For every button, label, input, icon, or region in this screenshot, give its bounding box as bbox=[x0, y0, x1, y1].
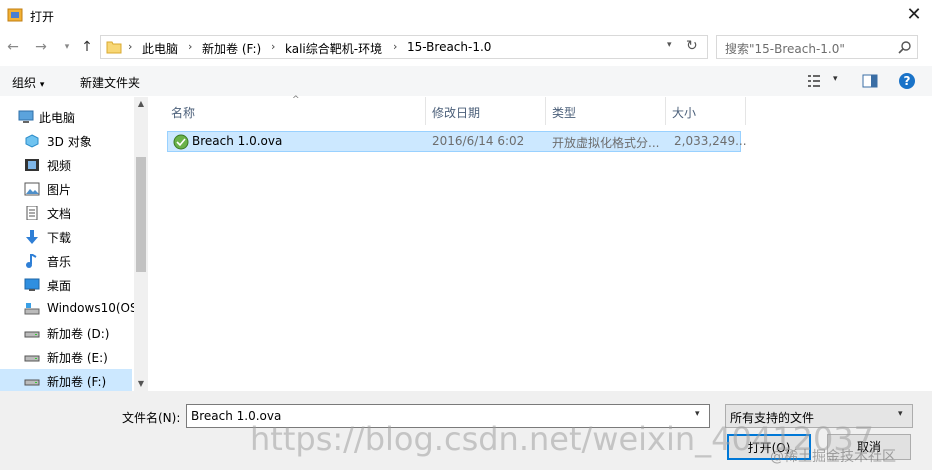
svg-text:?: ? bbox=[904, 74, 911, 88]
address-dropdown-chevron-icon[interactable]: ▾ bbox=[667, 40, 672, 50]
window-title: 打开 bbox=[30, 10, 55, 24]
cube-3d-icon bbox=[25, 134, 39, 148]
column-type[interactable]: 类型 bbox=[552, 104, 576, 121]
navigation-pane: 此电脑 3D 对象 视频 图片 文档 下载 音乐 桌面 Windows10(OS… bbox=[0, 97, 138, 393]
chevron-down-icon: ▾ bbox=[898, 409, 903, 419]
organize-label: 组织 bbox=[12, 76, 37, 90]
column-divider[interactable] bbox=[665, 97, 666, 125]
breadcrumb-separator-icon[interactable]: › bbox=[271, 40, 275, 53]
scroll-up-arrow-icon[interactable]: ▲ bbox=[134, 97, 148, 111]
picture-icon bbox=[24, 182, 40, 196]
video-icon bbox=[25, 159, 39, 171]
file-row[interactable]: Breach 1.0.ova 2016/6/14 6:02 开放虚拟化格式分..… bbox=[167, 131, 747, 152]
sidebar-item-drive-e[interactable]: 新加卷 (E:) bbox=[0, 345, 132, 369]
sidebar-item-label: 新加卷 (F:) bbox=[47, 375, 107, 389]
sidebar-item-label: 新加卷 (D:) bbox=[47, 327, 110, 341]
view-dropdown-chevron-icon[interactable]: ▾ bbox=[833, 74, 838, 84]
search-input[interactable]: 搜索"15-Breach-1.0" bbox=[725, 40, 845, 57]
watermark-juejin: @稀土掘金技术社区 bbox=[770, 449, 896, 465]
sidebar-item-label: 音乐 bbox=[47, 255, 72, 269]
breadcrumb-this-pc[interactable]: 此电脑 bbox=[142, 40, 178, 57]
column-divider[interactable] bbox=[545, 97, 546, 125]
close-icon[interactable]: ✕ bbox=[902, 4, 926, 26]
new-folder-button[interactable]: 新建文件夹 bbox=[80, 74, 140, 91]
forward-arrow-icon[interactable]: → bbox=[32, 37, 50, 57]
address-bar[interactable]: › 此电脑 › 新加卷 (F:) › kali综合靶机-环境 › 15-Brea… bbox=[100, 35, 708, 59]
view-options-icon[interactable] bbox=[808, 74, 826, 88]
virtualbox-app-icon bbox=[7, 8, 23, 22]
filename-history-chevron-icon[interactable]: ▾ bbox=[695, 409, 700, 419]
sidebar-item-label: 下载 bbox=[47, 231, 72, 245]
sidebar-item-3d-objects[interactable]: 3D 对象 bbox=[0, 129, 132, 153]
breadcrumb-drive-f[interactable]: 新加卷 (F:) bbox=[202, 40, 261, 57]
column-header-row: ^ 名称 修改日期 类型 大小 bbox=[149, 95, 932, 125]
sidebar-item-label: 3D 对象 bbox=[47, 135, 92, 149]
organize-menu[interactable]: 组织 ▾ bbox=[12, 74, 44, 91]
sidebar-item-desktop[interactable]: 桌面 bbox=[0, 273, 132, 297]
sidebar-item-label: Windows10(OS bbox=[47, 301, 138, 315]
column-size[interactable]: 大小 bbox=[672, 104, 696, 121]
title-bar: 打开 ✕ bbox=[0, 0, 932, 31]
command-bar: 组织 ▾ 新建文件夹 ▾ ? bbox=[0, 66, 932, 96]
breadcrumb-separator-icon[interactable]: › bbox=[393, 40, 397, 53]
sidebar-item-label: 文档 bbox=[47, 207, 72, 221]
sidebar-item-label: 视频 bbox=[47, 159, 72, 173]
help-icon[interactable]: ? bbox=[898, 72, 916, 90]
up-arrow-icon[interactable]: ↑ bbox=[78, 37, 96, 57]
sidebar-item-pictures[interactable]: 图片 bbox=[0, 177, 132, 201]
breadcrumb-separator-icon[interactable]: › bbox=[128, 40, 132, 53]
document-icon bbox=[26, 206, 38, 220]
navigation-scrollbar[interactable]: ▲ ▼ bbox=[134, 97, 148, 391]
sidebar-item-label: 此电脑 bbox=[39, 111, 76, 125]
computer-icon bbox=[18, 110, 34, 123]
filename-label: 文件名(N): bbox=[122, 411, 181, 425]
ova-file-icon bbox=[173, 134, 189, 150]
column-divider[interactable] bbox=[425, 97, 426, 125]
drive-os-icon bbox=[24, 303, 40, 315]
column-divider[interactable] bbox=[745, 97, 746, 125]
sidebar-item-drive-d[interactable]: 新加卷 (D:) bbox=[0, 321, 132, 345]
sidebar-item-videos[interactable]: 视频 bbox=[0, 153, 132, 177]
column-name[interactable]: 名称 bbox=[171, 104, 195, 121]
sidebar-item-documents[interactable]: 文档 bbox=[0, 201, 132, 225]
scroll-down-arrow-icon[interactable]: ▼ bbox=[134, 377, 148, 391]
sidebar-item-downloads[interactable]: 下载 bbox=[0, 225, 132, 249]
breadcrumb-kali-env[interactable]: kali综合靶机-环境 bbox=[285, 40, 382, 57]
recent-locations-chevron-icon[interactable]: ▾ bbox=[58, 37, 76, 57]
drive-icon bbox=[24, 355, 40, 362]
file-modified: 2016/6/14 6:02 bbox=[432, 134, 525, 148]
sidebar-item-label: 桌面 bbox=[47, 279, 72, 293]
file-type: 开放虚拟化格式分... bbox=[552, 136, 660, 150]
drive-icon bbox=[24, 331, 40, 338]
preview-pane-icon[interactable] bbox=[862, 74, 878, 88]
sidebar-item-drive-f[interactable]: 新加卷 (F:) bbox=[0, 369, 132, 393]
file-name: Breach 1.0.ova bbox=[192, 134, 283, 148]
scrollbar-thumb[interactable] bbox=[136, 157, 146, 272]
download-icon bbox=[26, 230, 38, 244]
refresh-icon[interactable]: ↻ bbox=[686, 38, 698, 54]
folder-icon bbox=[106, 41, 122, 54]
breadcrumb-separator-icon[interactable]: › bbox=[188, 40, 192, 53]
search-icon[interactable] bbox=[898, 40, 912, 54]
desktop-icon bbox=[24, 278, 40, 291]
chevron-down-icon: ▾ bbox=[39, 80, 45, 90]
breadcrumb-breach[interactable]: 15-Breach-1.0 bbox=[407, 40, 491, 54]
music-icon bbox=[26, 254, 37, 268]
sidebar-item-label: 新加卷 (E:) bbox=[47, 351, 108, 365]
sidebar-item-label: 图片 bbox=[47, 183, 72, 197]
sidebar-item-windows10-os[interactable]: Windows10(OS bbox=[0, 297, 138, 321]
search-box[interactable]: 搜索"15-Breach-1.0" bbox=[716, 35, 918, 59]
column-modified[interactable]: 修改日期 bbox=[432, 104, 480, 121]
sidebar-item-music[interactable]: 音乐 bbox=[0, 249, 132, 273]
sort-ascending-icon: ^ bbox=[292, 95, 300, 105]
back-arrow-icon[interactable]: ← bbox=[4, 37, 22, 57]
drive-icon bbox=[24, 379, 40, 386]
sidebar-item-this-pc[interactable]: 此电脑 bbox=[0, 105, 132, 129]
file-size: 2,033,249... bbox=[674, 134, 747, 148]
